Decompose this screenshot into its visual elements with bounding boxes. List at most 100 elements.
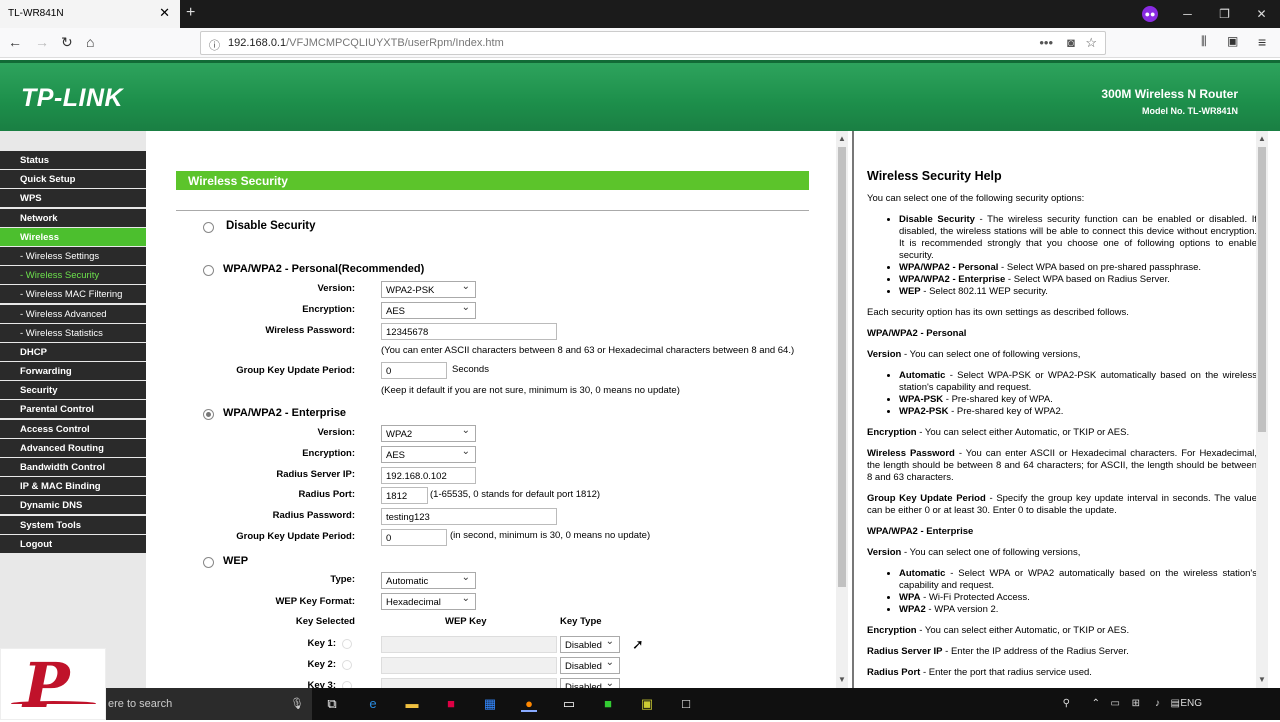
wep-radio[interactable] bbox=[203, 557, 214, 568]
help-options-list: Disable Security - The wireless security… bbox=[899, 214, 1257, 298]
enterprise-gkup-input[interactable]: 0 bbox=[381, 529, 447, 546]
personal-version-label: Version: bbox=[317, 283, 356, 294]
private-mask-icon: ●● bbox=[1142, 6, 1158, 22]
help-scroll-thumb[interactable] bbox=[1258, 147, 1266, 432]
bookmark-star-icon[interactable]: ☆ bbox=[1085, 35, 1097, 51]
wep-key-input[interactable] bbox=[381, 636, 557, 653]
menu-item-dynamic-dns[interactable]: Dynamic DNS bbox=[0, 496, 146, 515]
library-icon[interactable]: ⫼ bbox=[1201, 34, 1207, 49]
main-scroll-thumb[interactable] bbox=[838, 147, 846, 587]
reload-icon[interactable]: ↻ bbox=[61, 34, 73, 51]
back-icon[interactable]: ← bbox=[8, 34, 22, 50]
help-list-item: Disable Security - The wireless security… bbox=[899, 214, 1257, 262]
wep-key-type-select[interactable]: Disabled bbox=[560, 636, 620, 653]
pocket-icon[interactable]: ◙ bbox=[1067, 35, 1075, 50]
app-icon-5[interactable]: ▣ bbox=[639, 696, 655, 712]
wep-type-select[interactable]: Automatic bbox=[381, 572, 476, 589]
menu-item-security[interactable]: Security bbox=[0, 381, 146, 400]
wep-key-radio[interactable] bbox=[342, 660, 352, 670]
tray-arrow-icon[interactable]: ⌃ bbox=[1092, 698, 1100, 709]
help-enc-t2: - You can select either Automatic, or TK… bbox=[916, 625, 1130, 636]
wep-key-input[interactable] bbox=[381, 657, 557, 674]
home-icon[interactable]: ⌂ bbox=[86, 34, 94, 50]
minimize-icon[interactable]: ─ bbox=[1169, 0, 1206, 28]
menu-item-wireless[interactable]: Wireless bbox=[0, 227, 146, 246]
enterprise-version-select[interactable]: WPA2 bbox=[381, 425, 476, 442]
taskbar-search-box[interactable]: ere to search 🎙 bbox=[100, 688, 312, 720]
wep-key-radio[interactable] bbox=[342, 681, 352, 688]
enterprise-radio[interactable] bbox=[203, 409, 214, 420]
radius-ip-input[interactable]: 192.168.0.102 bbox=[381, 467, 476, 484]
app-icon-6[interactable]: □ bbox=[678, 696, 694, 712]
personal-encryption-select[interactable]: AES bbox=[381, 302, 476, 319]
close-window-icon[interactable]: ✕ bbox=[1243, 0, 1280, 28]
task-view-icon[interactable]: ⧉ bbox=[324, 696, 340, 712]
wep-format-select[interactable]: Hexadecimal bbox=[381, 593, 476, 610]
firefox-icon[interactable]: ● bbox=[521, 696, 537, 712]
volume-icon[interactable]: ♪ bbox=[1155, 698, 1160, 709]
wep-key-type-select[interactable]: Disabled bbox=[560, 657, 620, 674]
menu-item-advanced-routing[interactable]: Advanced Routing bbox=[0, 438, 146, 457]
address-bar[interactable]: ⓘ 192.168.0.1/VFJMCMPCQLIUYXTB/userRpm/I… bbox=[200, 31, 1106, 55]
people-icon[interactable]: ⚲ bbox=[1063, 698, 1070, 709]
menu-item-access-control[interactable]: Access Control bbox=[0, 419, 146, 438]
personal-version-select[interactable]: WPA2-PSK bbox=[381, 281, 476, 298]
microphone-icon[interactable]: 🎙 bbox=[290, 697, 304, 710]
menu-item-forwarding[interactable]: Forwarding bbox=[0, 362, 146, 381]
app-icon-4[interactable]: ■ bbox=[600, 696, 616, 712]
app-icon-2[interactable]: ▦ bbox=[482, 696, 498, 712]
radius-port-input[interactable]: 1812 bbox=[381, 487, 428, 504]
network-icon[interactable]: ⊞ bbox=[1132, 698, 1140, 709]
menu-item-system-tools[interactable]: System Tools bbox=[0, 515, 146, 534]
enterprise-encryption-select[interactable]: AES bbox=[381, 446, 476, 463]
menu-item-wps[interactable]: WPS bbox=[0, 189, 146, 208]
scroll-down-icon[interactable]: ▼ bbox=[838, 675, 846, 684]
menu-item-ip-mac-binding[interactable]: IP & MAC Binding bbox=[0, 477, 146, 496]
tp-link-logo: TP-LINK bbox=[21, 84, 124, 112]
action-center-icon[interactable]: ▤ bbox=[1171, 698, 1180, 709]
help-scroll-down-icon[interactable]: ▼ bbox=[1258, 675, 1266, 684]
personal-radio[interactable] bbox=[203, 265, 214, 276]
new-tab-button[interactable]: + bbox=[186, 4, 195, 22]
menu-item-parental-control[interactable]: Parental Control bbox=[0, 400, 146, 419]
page-title: Wireless Security bbox=[176, 171, 809, 190]
language-indicator[interactable]: ENG bbox=[1180, 698, 1202, 709]
menu-item-logout[interactable]: Logout bbox=[0, 534, 146, 553]
menu-item-dhcp[interactable]: DHCP bbox=[0, 342, 146, 361]
edge-icon[interactable]: e bbox=[365, 696, 381, 712]
wep-key-radio[interactable] bbox=[342, 639, 352, 649]
menu-item-wireless-advanced[interactable]: - Wireless Advanced bbox=[0, 304, 146, 323]
personal-gkup-input[interactable]: 0 bbox=[381, 362, 447, 379]
help-scrollbar[interactable]: ▲ ▼ bbox=[1256, 131, 1268, 688]
file-explorer-icon[interactable]: ▬ bbox=[404, 696, 420, 712]
wep-key-input[interactable] bbox=[381, 678, 557, 688]
close-tab-icon[interactable]: ✕ bbox=[159, 5, 170, 21]
menu-item-network[interactable]: Network bbox=[0, 208, 146, 227]
disable-security-radio[interactable] bbox=[203, 222, 214, 233]
app-icon-3[interactable]: ▭ bbox=[561, 696, 577, 712]
forward-icon[interactable]: → bbox=[35, 34, 49, 50]
scroll-up-icon[interactable]: ▲ bbox=[838, 134, 846, 143]
browser-tab[interactable]: TL-WR841N ✕ bbox=[0, 0, 180, 28]
wep-key-type-select[interactable]: Disabled bbox=[560, 678, 620, 688]
menu-item-wireless-security[interactable]: - Wireless Security bbox=[0, 266, 146, 285]
wireless-password-input[interactable]: 12345678 bbox=[381, 323, 557, 340]
restore-icon[interactable]: ❐ bbox=[1206, 0, 1243, 28]
sidebar-icon[interactable]: ▣ bbox=[1227, 34, 1238, 48]
app-icon-1[interactable]: ■ bbox=[443, 696, 459, 712]
enterprise-gkup-label: Group Key Update Period: bbox=[236, 531, 355, 542]
info-icon[interactable]: ⓘ bbox=[209, 37, 220, 53]
page-actions-icon[interactable]: ••• bbox=[1039, 35, 1053, 50]
menu-item-bandwidth-control[interactable]: Bandwidth Control bbox=[0, 458, 146, 476]
wep-format-label: WEP Key Format: bbox=[275, 596, 355, 607]
radius-password-input[interactable]: testing123 bbox=[381, 508, 557, 525]
menu-item-wireless-mac-filtering[interactable]: - Wireless MAC Filtering bbox=[0, 285, 146, 304]
hamburger-menu-icon[interactable]: ≡ bbox=[1258, 34, 1266, 50]
menu-item-quick-setup[interactable]: Quick Setup bbox=[0, 170, 146, 189]
battery-icon[interactable]: ▭ bbox=[1111, 698, 1120, 709]
menu-item-wireless-statistics[interactable]: - Wireless Statistics bbox=[0, 323, 146, 342]
menu-item-status[interactable]: Status bbox=[0, 151, 146, 169]
main-scrollbar[interactable]: ▲ ▼ bbox=[836, 131, 848, 688]
help-scroll-up-icon[interactable]: ▲ bbox=[1258, 134, 1266, 143]
menu-item-wireless-settings[interactable]: - Wireless Settings bbox=[0, 246, 146, 265]
